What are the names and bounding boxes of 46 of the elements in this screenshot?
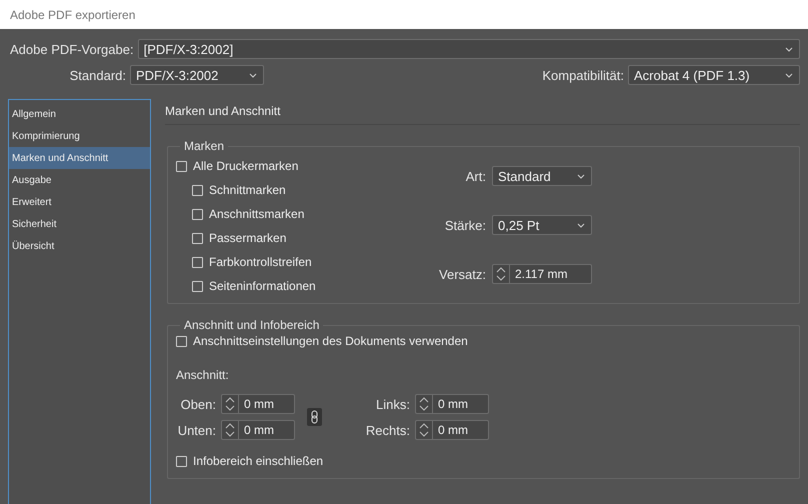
caret-icon xyxy=(785,46,793,52)
checkbox[interactable]: Anschnittsmarken xyxy=(176,205,426,223)
compatibility-dropdown[interactable]: Acrobat 4 (PDF 1.3) xyxy=(628,65,800,85)
field-label: Versatz: xyxy=(438,266,486,282)
checkbox[interactable]: Alle Druckermarken xyxy=(176,157,426,175)
group-title: Marken xyxy=(183,139,226,153)
number-field[interactable]: 0 mm xyxy=(221,394,295,414)
checkbox[interactable]: Farbkontrollstreifen xyxy=(176,253,426,271)
preset-label: Adobe PDF-Vorgabe: xyxy=(10,42,134,56)
caret-icon xyxy=(249,72,257,78)
number-field[interactable]: 0 mm xyxy=(415,420,489,440)
sidebar-item[interactable]: Erweitert xyxy=(9,191,150,213)
number-field[interactable]: 0 mm xyxy=(415,394,489,414)
checkbox[interactable]: Seiteninformationen xyxy=(176,277,426,295)
sidebar-item[interactable]: Komprimierung xyxy=(9,125,150,147)
checkbox[interactable]: Infobereich einschließen xyxy=(176,452,789,470)
field-label: Links: xyxy=(375,396,410,412)
version-dropdown[interactable]: PDF/X-3:2002 xyxy=(130,65,264,85)
caret-icon xyxy=(577,174,585,178)
window-title: Adobe PDF exportieren xyxy=(10,8,136,22)
group-title: Anschnitt und Infobereich xyxy=(183,318,320,332)
field-label: Unten: xyxy=(176,422,216,438)
sidebar-item[interactable]: Ausgabe xyxy=(9,169,150,191)
field-label: Oben: xyxy=(180,396,216,412)
sidebar-item[interactable]: Allgemein xyxy=(9,103,150,125)
dropdown[interactable]: 0,25 Pt xyxy=(492,215,592,235)
field-label: Art: xyxy=(464,168,486,184)
compatibility-label: Kompatibilität: xyxy=(542,68,624,82)
section-title: Marken und Anschnitt xyxy=(165,99,800,125)
dropdown[interactable]: Standard xyxy=(492,166,592,186)
caret-icon xyxy=(785,72,793,78)
chain-link-icon[interactable] xyxy=(307,408,322,426)
checkbox[interactable]: Anschnittseinstellungen des Dokuments verwenden xyxy=(176,332,789,350)
checkbox[interactable]: Schnittmarken xyxy=(176,181,426,199)
sidebar-item[interactable]: Marken und Anschnitt xyxy=(9,147,150,169)
sidebar-item[interactable]: Sicherheit xyxy=(9,213,150,235)
number-field[interactable]: 2.117 mm xyxy=(492,264,592,284)
field-label: Rechts: xyxy=(364,422,410,438)
bleed-label: Anschnitt: xyxy=(176,368,230,382)
standard-label: Standard: xyxy=(68,68,126,82)
caret-icon xyxy=(577,222,585,228)
sidebar-item[interactable]: Übersicht xyxy=(9,235,150,257)
checkbox[interactable]: Passermarken xyxy=(176,229,426,247)
number-field[interactable]: 0 mm xyxy=(221,420,295,440)
preset-dropdown[interactable]: [PDF/X-3:2002] xyxy=(138,39,800,59)
field-label: Stärke: xyxy=(444,218,486,232)
